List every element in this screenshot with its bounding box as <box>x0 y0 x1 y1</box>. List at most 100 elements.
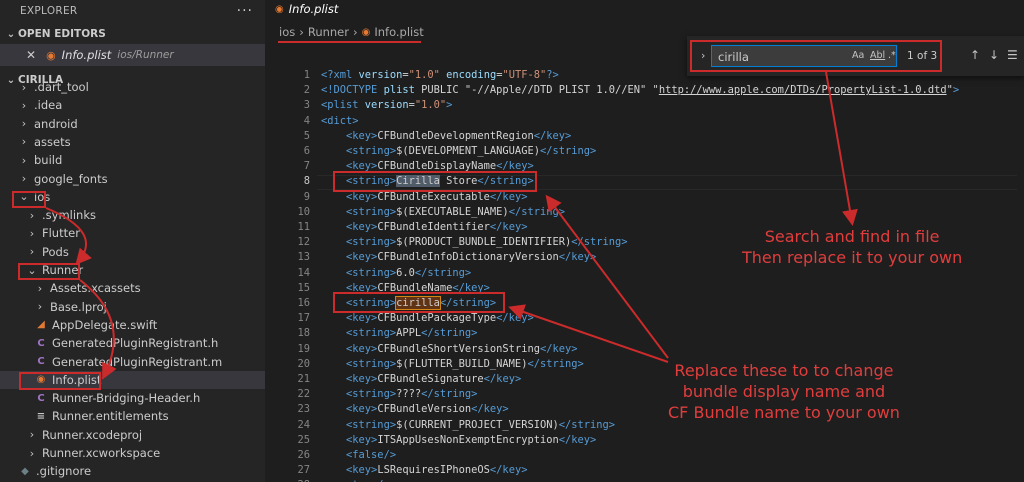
tree-item[interactable]: › google_fonts <box>0 170 265 188</box>
regex-icon[interactable]: .* <box>888 50 896 61</box>
line-number: 27 <box>297 464 310 477</box>
tree-item[interactable]: › android <box>0 115 265 133</box>
find-input-value: cirilla <box>718 50 749 64</box>
code-line[interactable]: 6 <string>$(DEVELOPMENT_LANGUAGE)</strin… <box>265 144 1024 159</box>
tree-item[interactable]: › .symlinks <box>0 206 265 224</box>
more-actions-icon[interactable]: ··· <box>237 3 253 19</box>
code-line[interactable]: 24 <string>$(CURRENT_PROJECT_VERSION)</s… <box>265 418 1024 433</box>
line-code: <?xml version="1.0" encoding="UTF-8"?> <box>321 69 559 81</box>
tree-item[interactable]: › Flutter <box>0 224 265 242</box>
line-number: 12 <box>297 236 310 249</box>
breadcrumb-runner[interactable]: Runner <box>308 25 349 39</box>
chevron-right-icon: › <box>29 208 35 222</box>
code-line[interactable]: 3 <plist version="1.0"> <box>265 98 1024 113</box>
code-line[interactable]: 8 <string>Cirilla Store</string> <box>265 174 1024 189</box>
tree-item-label: Flutter <box>42 226 80 241</box>
tree-item[interactable]: C GeneratedPluginRegistrant.h <box>0 334 265 352</box>
chevron-right-icon: › <box>37 281 43 295</box>
chevron-down-icon: ⌄ <box>27 263 37 277</box>
tree-item[interactable]: › Base.lproj <box>0 298 265 316</box>
code-line[interactable]: 17 <key>CFBundlePackageType</key> <box>265 311 1024 326</box>
line-number: 1 <box>303 69 310 81</box>
find-input[interactable]: cirilla Aa Abl .* <box>711 45 897 67</box>
code-line[interactable]: 4 <dict> <box>265 114 1024 129</box>
tree-item[interactable]: ◢ AppDelegate.swift <box>0 316 265 334</box>
chevron-right-icon: › <box>21 153 27 167</box>
close-icon[interactable]: ✕ <box>26 48 36 62</box>
code-line[interactable]: 2 <!DOCTYPE plist PUBLIC "-//Apple//DTD P… <box>265 83 1024 98</box>
line-number: 3 <box>303 99 310 112</box>
tree-item-label: GeneratedPluginRegistrant.h <box>52 336 219 351</box>
open-editor-item[interactable]: ✕ ◉ Info.plist ios/Runner <box>0 44 265 66</box>
whole-word-icon[interactable]: Abl <box>870 50 885 61</box>
rss-file-icon: ◉ <box>46 48 56 62</box>
tab-title: Info.plist <box>288 2 339 16</box>
line-code: <string>APPL</string> <box>346 327 478 340</box>
code-line[interactable]: 5 <key>CFBundleDevelopmentRegion</key> <box>265 129 1024 144</box>
match-case-icon[interactable]: Aa <box>852 50 864 61</box>
code-line[interactable]: 21 <key>CFBundleSignature</key> <box>265 372 1024 387</box>
find-in-selection-icon[interactable]: ☰ <box>1007 48 1018 62</box>
breadcrumb-ios[interactable]: ios <box>279 25 295 39</box>
line-number: 21 <box>297 373 310 385</box>
code-line[interactable]: 7 <key>CFBundleDisplayName</key> <box>265 159 1024 174</box>
line-code: <key>LSRequiresIPhoneOS</key> <box>346 464 528 477</box>
code-line[interactable]: 25 <key>ITSAppUsesNonExemptEncryption</k… <box>265 433 1024 448</box>
code-line[interactable]: 15 <key>CFBundleName</key> <box>265 281 1024 296</box>
line-code: <key>ITSAppUsesNonExemptEncryption</key> <box>346 433 597 446</box>
code-line[interactable]: 13 <key>CFBundleInfoDictionaryVersion</k… <box>265 250 1024 265</box>
line-code: <key>CFBundleShortVersionString</key> <box>346 342 578 355</box>
code-line[interactable]: 20 <string>$(FLUTTER_BUILD_NAME)</string… <box>265 357 1024 372</box>
open-editors-section[interactable]: ⌄ OPEN EDITORS <box>0 24 265 44</box>
code-line[interactable]: 22 <string>????</string> <box>265 387 1024 402</box>
tree-item-label: build <box>34 153 63 168</box>
toggle-replace-icon[interactable]: › <box>701 49 705 62</box>
tree-item[interactable]: ◆ .gitignore <box>0 462 265 480</box>
tree-item[interactable]: ≡ Runner.entitlements <box>0 407 265 425</box>
tree-item[interactable]: › Assets.xcassets <box>0 279 265 297</box>
code-line[interactable]: 16 <string>cirilla</string> <box>265 296 1024 311</box>
code-line[interactable]: 26 <false/> <box>265 448 1024 463</box>
next-match-icon[interactable]: ↓ <box>989 48 999 62</box>
code-line[interactable]: 12 <string>$(PRODUCT_BUNDLE_IDENTIFIER)<… <box>265 235 1024 250</box>
tree-item-label: .dart_tool <box>34 80 89 94</box>
tree-item[interactable]: C GeneratedPluginRegistrant.m <box>0 353 265 371</box>
code-line[interactable]: 11 <key>CFBundleIdentifier</key> <box>265 220 1024 235</box>
line-number: 14 <box>297 266 310 279</box>
breadcrumb-file[interactable]: Info.plist <box>374 25 423 39</box>
tree-item[interactable]: › Runner.xcodeproj <box>0 426 265 444</box>
line-number: 8 <box>303 175 310 188</box>
line-number: 15 <box>297 281 310 294</box>
tree-item[interactable]: ⌄ ios <box>0 188 265 206</box>
chevron-right-icon: › <box>21 80 27 94</box>
tree-item[interactable]: C Runner-Bridging-Header.h <box>0 389 265 407</box>
line-number: 22 <box>297 388 310 401</box>
code-line[interactable]: 19 <key>CFBundleShortVersionString</key> <box>265 342 1024 357</box>
tree-item[interactable]: › .idea <box>0 96 265 114</box>
tree-item[interactable]: › Runner.xcworkspace <box>0 444 265 462</box>
code-line[interactable]: 28 <true/> <box>265 478 1024 482</box>
code-line[interactable]: 14 <string>6.0</string> <box>265 266 1024 281</box>
code-line[interactable]: 18 <string>APPL</string> <box>265 326 1024 341</box>
tree-item[interactable]: ⌄ Runner <box>0 261 265 279</box>
code-line[interactable]: 10 <string>$(EXECUTABLE_NAME)</string> <box>265 205 1024 220</box>
tree-item-label: Assets.xcassets <box>50 281 141 296</box>
code-line[interactable]: 23 <key>CFBundleVersion</key> <box>265 402 1024 417</box>
line-number: 13 <box>297 251 310 264</box>
tree-item[interactable]: › assets <box>0 133 265 151</box>
find-widget: › cirilla Aa Abl .* 1 of 3 ↑ ↓ ☰ <box>687 36 1024 76</box>
editor-tab[interactable]: ◉ Info.plist <box>265 0 1024 18</box>
code-line[interactable]: 27 <key>LSRequiresIPhoneOS</key> <box>265 463 1024 478</box>
line-code: <string>Cirilla Store</string> <box>346 175 534 188</box>
tree-item[interactable]: › build <box>0 151 265 169</box>
line-code: <key>CFBundleExecutable</key> <box>346 190 528 203</box>
chevron-right-icon: › <box>21 117 27 131</box>
line-number: 23 <box>297 403 310 416</box>
code-line[interactable]: 9 <key>CFBundleExecutable</key> <box>265 190 1024 205</box>
previous-match-icon[interactable]: ↑ <box>970 48 980 62</box>
tree-item[interactable]: ◉ Info.plist <box>0 370 265 389</box>
tree-item[interactable]: › Pods <box>0 243 265 261</box>
tree-item[interactable]: › .dart_tool <box>0 78 265 96</box>
tree-item-label: Pods <box>42 244 69 259</box>
entitlements-file-icon: ≡ <box>36 410 46 422</box>
